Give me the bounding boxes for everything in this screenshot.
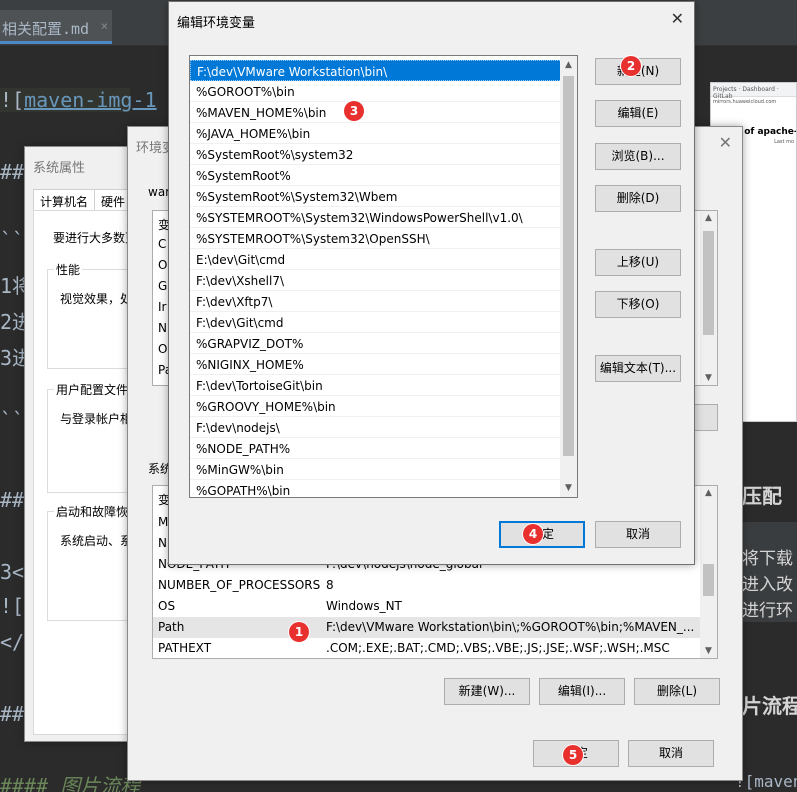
scroll-up-icon[interactable]: ▲ bbox=[700, 213, 717, 223]
close-icon[interactable]: × bbox=[101, 19, 108, 33]
scroll-up-icon[interactable]: ▲ bbox=[560, 60, 577, 70]
step-marker: 3 bbox=[344, 101, 364, 121]
group-legend: 性能 bbox=[54, 261, 83, 278]
list-item[interactable]: %NODE_PATH% bbox=[190, 438, 562, 459]
list-item[interactable]: %GOPATH%\bin bbox=[190, 480, 562, 497]
cancel-button[interactable]: 取消 bbox=[628, 740, 714, 767]
list-item[interactable]: %SYSTEMROOT%\System32\OpenSSH\ bbox=[190, 228, 562, 249]
edit-button[interactable]: 编辑(E) bbox=[595, 100, 681, 127]
intro-text: 要进行大多数更 bbox=[53, 231, 138, 245]
window-title: 系统属性 bbox=[33, 161, 86, 176]
list-item[interactable]: %GROOVY_HOME%\bin bbox=[190, 396, 562, 417]
list-item[interactable]: %SystemRoot%\System32\Wbem bbox=[190, 186, 562, 207]
editor-line: `` bbox=[0, 228, 25, 252]
user-vars-label: war bbox=[148, 185, 171, 199]
scrollbar[interactable]: ▲ ▼ bbox=[560, 56, 577, 497]
preview-line: 进行环 bbox=[742, 601, 793, 621]
scroll-thumb[interactable] bbox=[563, 76, 574, 456]
scroll-thumb[interactable] bbox=[703, 564, 714, 596]
group-legend: 用户配置文件 bbox=[54, 381, 131, 398]
list-item[interactable]: %SystemRoot% bbox=[190, 165, 562, 186]
list-item[interactable]: %JAVA_HOME%\bin bbox=[190, 123, 562, 144]
editor-line: ![maven-img-1 bbox=[0, 88, 157, 112]
tab-bar: 计算机名 硬件 bbox=[33, 189, 133, 211]
step-marker: 2 bbox=[621, 56, 641, 76]
scrollbar[interactable]: ▲ ▼ bbox=[700, 211, 717, 385]
system-edit-button[interactable]: 编辑(I)... bbox=[539, 678, 625, 705]
table-row[interactable]: OS Windows_NT bbox=[153, 596, 717, 617]
preview-line: 将下载 bbox=[742, 549, 793, 569]
browser-url: mirrors.huaweicloud.com bbox=[713, 99, 777, 105]
list-item[interactable]: F:\dev\Xshell7\ bbox=[190, 270, 562, 291]
tab-computer-name[interactable]: 计算机名 bbox=[33, 189, 96, 211]
editor-heading-line: #### 图片流程 bbox=[0, 774, 141, 792]
group-desc: 视觉效果，处 bbox=[60, 292, 133, 306]
preview-code: ![maven- bbox=[735, 772, 797, 791]
list-item[interactable]: F:\dev\Xftp7\ bbox=[190, 291, 562, 312]
table-row[interactable]: NUMBER_OF_PROCESSORS 8 bbox=[153, 575, 717, 596]
step-marker: 4 bbox=[523, 524, 543, 544]
step-marker: 1 bbox=[289, 622, 309, 642]
list-item[interactable]: F:\dev\nodejs\ bbox=[190, 417, 562, 438]
list-item[interactable]: %GOROOT%\bin bbox=[190, 81, 562, 102]
preview-heading: 压配 bbox=[742, 484, 782, 508]
list-item[interactable]: F:\dev\VMware Workstation\bin\ bbox=[190, 60, 562, 81]
group-desc: 系统启动、系 bbox=[60, 534, 133, 548]
list-item[interactable]: %MinGW%\bin bbox=[190, 459, 562, 480]
move-down-button[interactable]: 下移(O) bbox=[595, 291, 681, 318]
editor-line: `` bbox=[0, 408, 25, 432]
list-item[interactable]: %SystemRoot%\system32 bbox=[190, 144, 562, 165]
path-entries-list[interactable]: F:\dev\VMware Workstation\bin\ %GOROOT%\… bbox=[189, 55, 578, 498]
edit-text-button[interactable]: 编辑文本(T)... bbox=[595, 355, 681, 382]
cancel-button[interactable]: 取消 bbox=[595, 521, 681, 548]
table-row-path[interactable]: Path F:\dev\VMware Workstation\bin\;%GORO… bbox=[153, 617, 717, 638]
window-title: 编辑环境变量 bbox=[177, 16, 256, 31]
scrollbar[interactable]: ▲ ▼ bbox=[700, 486, 717, 658]
browse-button[interactable]: 浏览(B)... bbox=[595, 143, 681, 170]
edit-env-var-dialog: 编辑环境变量 ✕ F:\dev\VMware Workstation\bin\ … bbox=[168, 1, 695, 565]
delete-button[interactable]: 删除(D) bbox=[595, 185, 681, 212]
editor-line: ## bbox=[0, 702, 25, 726]
table-row[interactable]: PATHEXT .COM;.EXE;.BAT;.CMD;.VBS;.VBE;.JS… bbox=[153, 638, 717, 658]
step-marker: 5 bbox=[563, 745, 583, 765]
editor-line: ## bbox=[0, 160, 25, 184]
editor-line: ## bbox=[0, 488, 25, 512]
list-item[interactable]: %NIGINX_HOME% bbox=[190, 354, 562, 375]
move-up-button[interactable]: 上移(U) bbox=[595, 249, 681, 276]
scroll-up-icon[interactable]: ▲ bbox=[700, 488, 717, 498]
scroll-down-icon[interactable]: ▼ bbox=[700, 373, 717, 383]
preview-heading: 片流程 bbox=[742, 694, 797, 718]
close-icon[interactable]: ✕ bbox=[671, 11, 684, 27]
editor-tab-label: 相关配置.md bbox=[2, 20, 90, 38]
list-item[interactable]: %SYSTEMROOT%\System32\WindowsPowerShell\… bbox=[190, 207, 562, 228]
editor-tab[interactable]: 相关配置.md × bbox=[0, 10, 112, 44]
preview-line: 进入改 bbox=[742, 575, 793, 595]
system-delete-button[interactable]: 删除(L) bbox=[634, 678, 720, 705]
scroll-thumb[interactable] bbox=[703, 231, 714, 335]
editor-line: ![ bbox=[0, 594, 25, 618]
system-new-button[interactable]: 新建(W)... bbox=[444, 678, 530, 705]
group-desc: 与登录帐户相 bbox=[60, 412, 133, 426]
list-item[interactable]: %GRAPVIZ_DOT% bbox=[190, 333, 562, 354]
browser-tab: Projects · Dashboard · GitLab bbox=[711, 83, 796, 100]
scroll-down-icon[interactable]: ▼ bbox=[560, 483, 577, 493]
scroll-down-icon[interactable]: ▼ bbox=[700, 646, 717, 656]
image-link[interactable]: maven-img-1 bbox=[24, 88, 156, 112]
list-item[interactable]: F:\dev\TortoiseGit\bin bbox=[190, 375, 562, 396]
list-item[interactable]: E:\dev\Git\cmd bbox=[190, 249, 562, 270]
editor-line: 3< bbox=[0, 560, 25, 584]
close-icon[interactable]: ✕ bbox=[719, 135, 732, 151]
list-item[interactable]: F:\dev\Git\cmd bbox=[190, 312, 562, 333]
list-item[interactable]: %MAVEN_HOME%\bin bbox=[190, 102, 562, 123]
editor-line: </ bbox=[0, 630, 25, 654]
